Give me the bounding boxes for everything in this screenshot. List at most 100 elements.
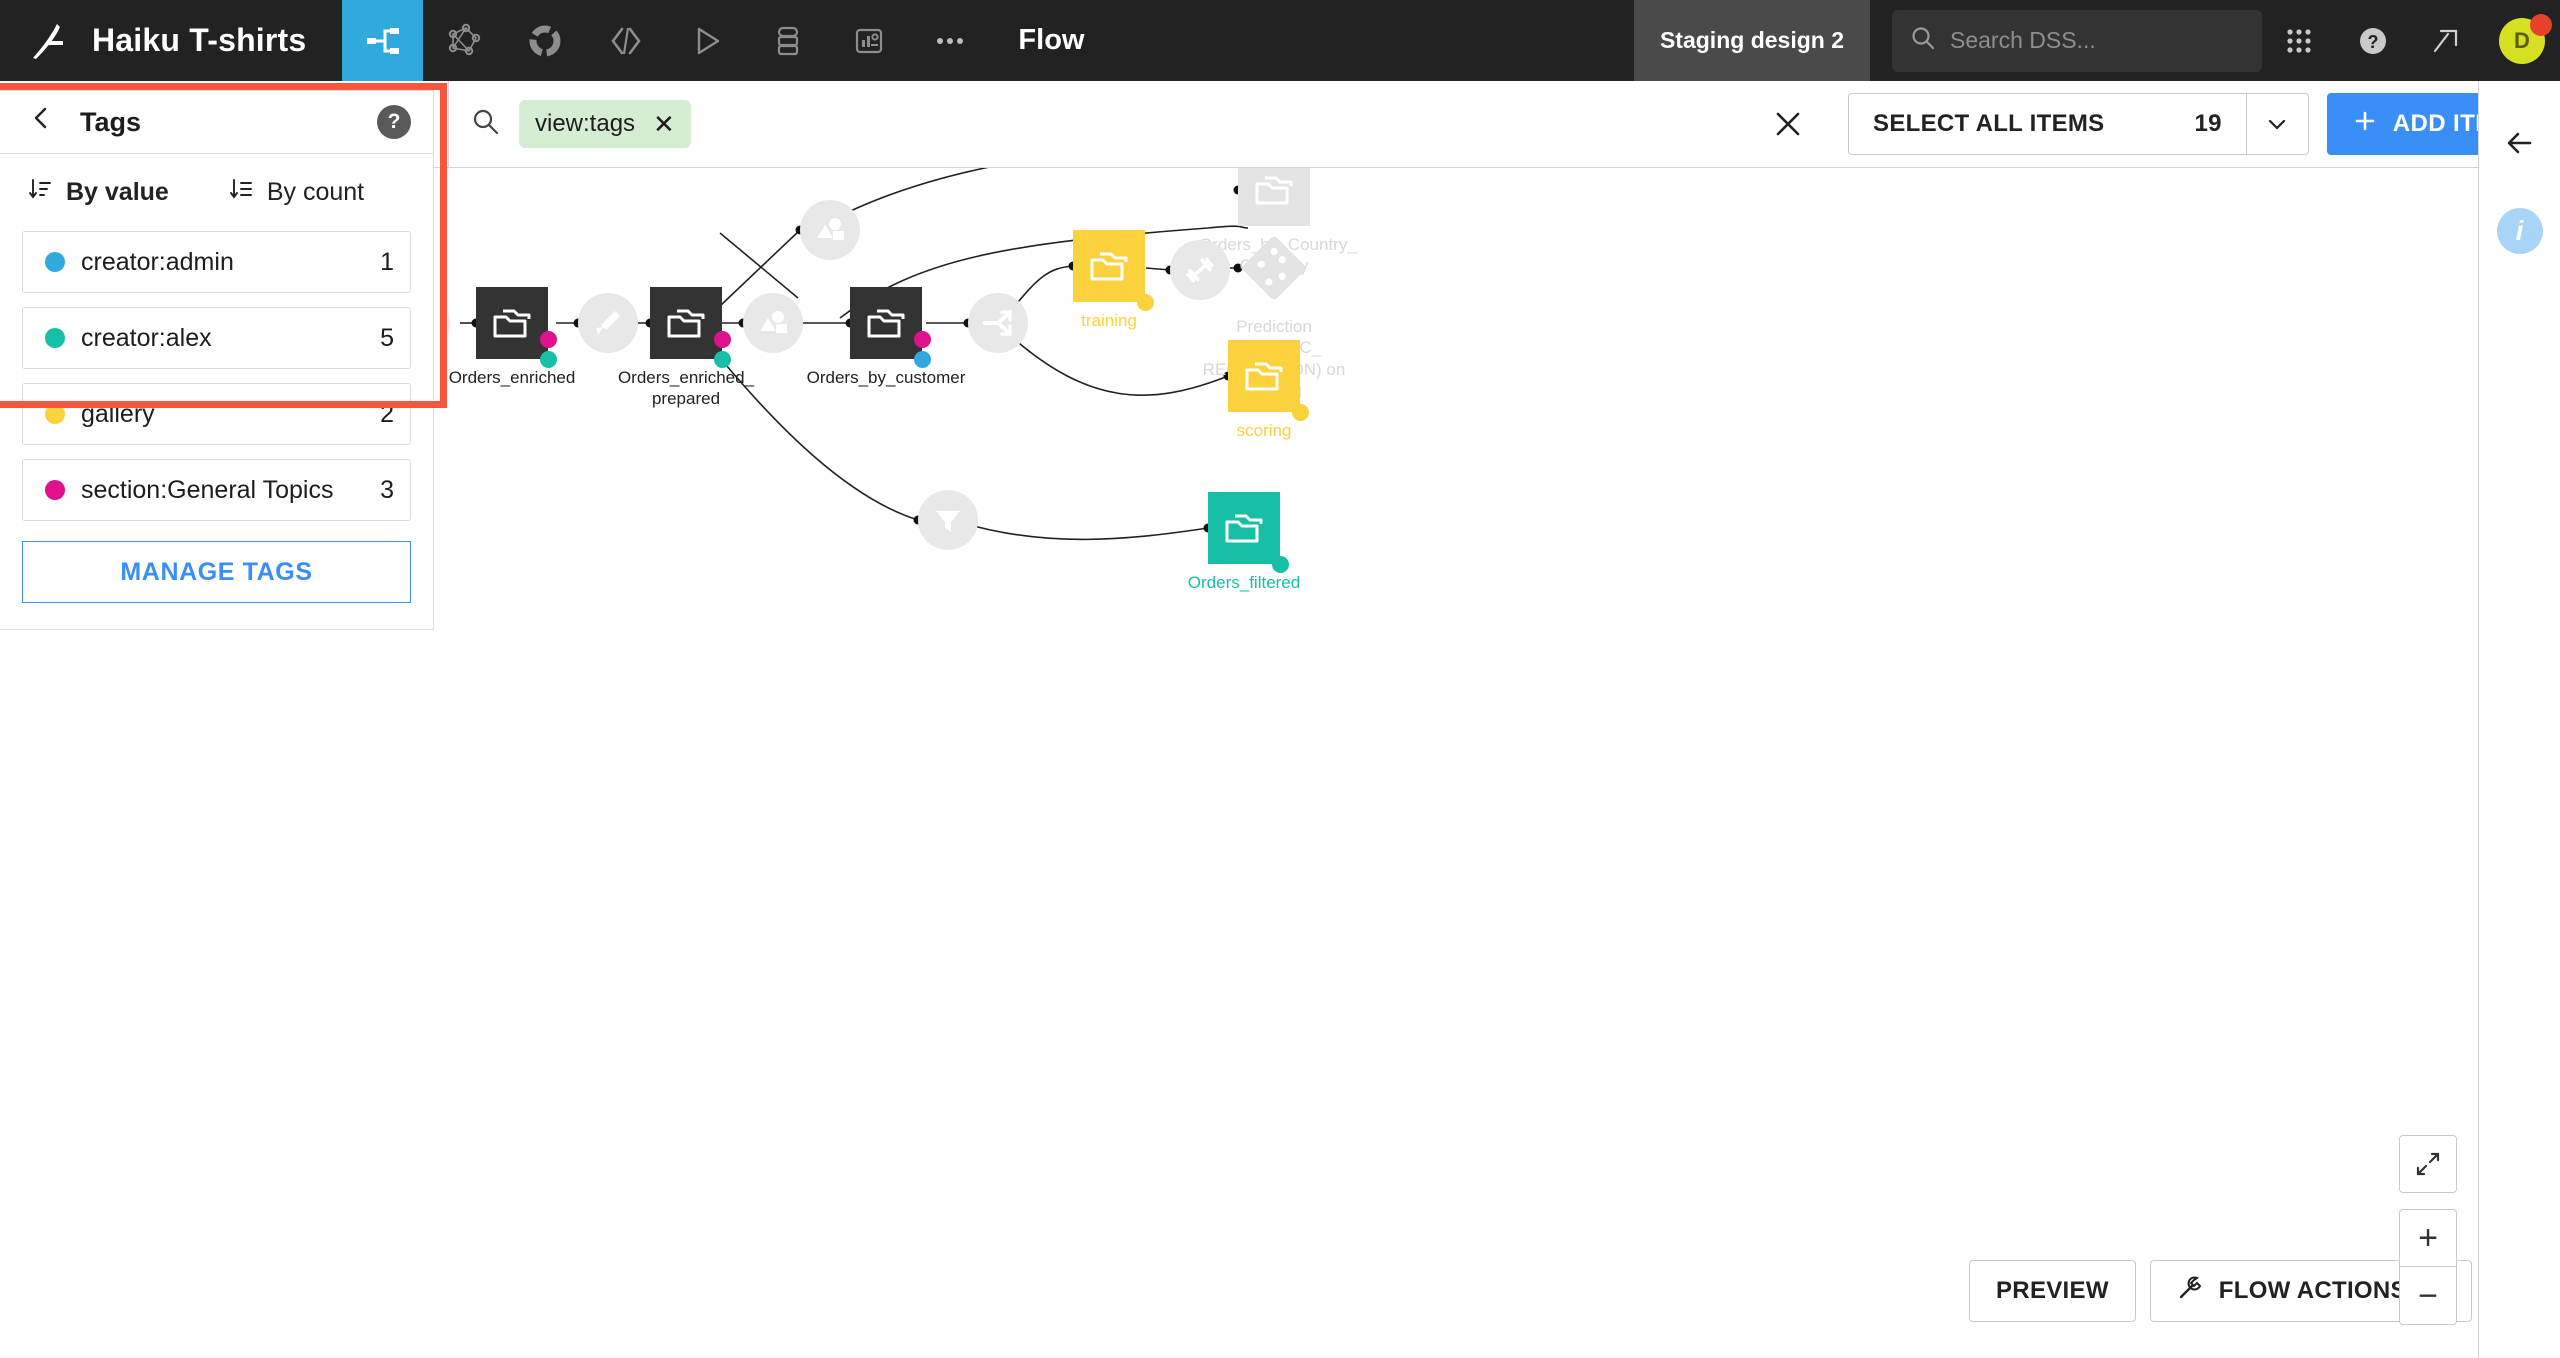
right-sidebar: i <box>2478 81 2560 1358</box>
filter-chip-label: view:tags <box>535 110 636 137</box>
dataset-tile[interactable] <box>650 287 731 368</box>
branch-indicator[interactable]: Staging design 2 <box>1633 0 1870 81</box>
list-item[interactable]: gallery 2 <box>22 383 411 445</box>
sort-descending-icon <box>28 176 54 209</box>
group-shapes-icon <box>760 311 787 333</box>
nav-jobs-icon[interactable] <box>666 0 747 81</box>
help-circle-icon[interactable]: ? <box>377 105 411 139</box>
plus-icon <box>2353 109 2377 140</box>
dataset-tile[interactable] <box>850 287 931 368</box>
sort-by-count-button[interactable]: By count <box>229 176 364 209</box>
search-input[interactable] <box>1950 27 2244 54</box>
sort-by-value-button[interactable]: By value <box>28 176 169 209</box>
project-title[interactable]: Haiku T-shirts <box>92 22 342 59</box>
chevron-left-icon[interactable] <box>28 105 54 139</box>
nav-lab-icon[interactable] <box>423 0 504 81</box>
section-label: Flow <box>1018 24 1085 56</box>
top-navigation-bar: Haiku T-shirts Flow Staging design 2 Sea… <box>0 0 2560 81</box>
zoom-out-button[interactable]: − <box>2399 1267 2457 1325</box>
sort-by-count-label: By count <box>266 178 365 206</box>
zoom-in-button[interactable]: + <box>2399 1209 2457 1267</box>
recipe-node-filter[interactable] <box>918 490 978 550</box>
recipe-node-group-top[interactable] <box>800 200 860 260</box>
dataset-tile[interactable] <box>1073 230 1154 311</box>
folder-stack-icon <box>1225 514 1263 543</box>
help-circle-icon[interactable]: ? <box>2336 0 2410 81</box>
tag-label: gallery <box>81 399 155 428</box>
dataset-node-orders-by-country-category[interactable]: Orders_by_Country_ Category <box>1199 168 1357 275</box>
tags-panel: Tags ? By value By count creator:admin 1… <box>0 90 434 630</box>
folder-stack-icon <box>1245 362 1283 391</box>
info-circle-icon[interactable]: i <box>2496 208 2543 254</box>
select-all-items-button[interactable]: SELECT ALL ITEMS 19 <box>1849 94 2246 154</box>
tags-sort-row: By value By count <box>22 176 411 231</box>
tag-label: creator:alex <box>81 323 212 352</box>
group-shapes-icon <box>817 218 844 240</box>
nav-datasets-icon[interactable] <box>504 0 585 81</box>
flow-bottom-controls: PREVIEW FLOW ACTIONS <box>1969 1260 2472 1322</box>
chevron-down-icon[interactable] <box>2245 94 2308 154</box>
search-icon <box>471 107 501 142</box>
trending-arrow-icon[interactable] <box>2410 0 2484 81</box>
dataset-node-orders-by-customer[interactable]: Orders_by_customer <box>807 287 965 387</box>
recipe-node-group-middle[interactable] <box>743 293 803 353</box>
tag-color-dot <box>45 480 65 500</box>
flow-canvas[interactable]: Orders Customers Orders <box>448 168 2478 1358</box>
dataset-tile[interactable] <box>1238 168 1310 226</box>
tag-dots <box>1292 404 1309 421</box>
list-item[interactable]: creator:admin 1 <box>22 231 411 293</box>
dataset-tile[interactable] <box>1208 492 1289 573</box>
tag-dot <box>914 331 931 348</box>
zoom-controls: + − <box>2399 1135 2457 1325</box>
folder-stack-icon <box>493 309 531 338</box>
select-all-items-control[interactable]: SELECT ALL ITEMS 19 <box>1848 93 2309 155</box>
arrow-left-icon[interactable] <box>2500 123 2540 168</box>
funnel-icon <box>936 511 960 532</box>
sort-by-value-label: By value <box>66 178 169 206</box>
filter-search-zone[interactable]: view:tags ✕ <box>448 80 1742 168</box>
dataset-node-orders-filtered[interactable]: Orders_filtered <box>1188 492 1300 592</box>
filter-chip-view-tags[interactable]: view:tags ✕ <box>519 100 691 148</box>
dataset-tile[interactable] <box>476 287 557 368</box>
tag-dot <box>914 351 931 368</box>
dataiku-bird-logo[interactable] <box>0 0 92 81</box>
select-all-label: SELECT ALL ITEMS <box>1873 110 2105 137</box>
tag-dot <box>1292 404 1309 421</box>
tag-dots <box>714 331 731 368</box>
tags-panel-body: By value By count creator:admin 1 creato… <box>0 154 434 630</box>
select-all-count: 19 <box>2194 110 2222 137</box>
dataset-tile[interactable] <box>1228 340 1309 421</box>
recipe-node-prepare[interactable] <box>578 293 638 353</box>
global-search-box[interactable] <box>1892 9 2262 72</box>
tag-dot <box>1137 294 1154 311</box>
nav-code-icon[interactable] <box>585 0 666 81</box>
recipe-node-split[interactable] <box>968 293 1028 353</box>
notification-badge <box>2530 14 2552 36</box>
tag-dot <box>714 331 731 348</box>
dataset-node-training[interactable]: training <box>1073 230 1154 330</box>
apps-grid-icon[interactable] <box>2262 0 2336 81</box>
list-item[interactable]: section:General Topics 3 <box>22 459 411 521</box>
folder-stack-icon <box>667 309 705 338</box>
recipe-node-train[interactable] <box>1170 240 1230 300</box>
dataset-node-orders-enriched-prepared[interactable]: Orders_enriched_ prepared <box>618 287 754 408</box>
close-x-icon[interactable]: ✕ <box>653 111 675 137</box>
tag-label: creator:admin <box>81 247 234 276</box>
broom-icon <box>596 311 620 334</box>
nav-flow-icon[interactable] <box>342 0 424 81</box>
user-avatar-wrapper[interactable]: D <box>2484 0 2560 81</box>
clear-filter-button[interactable] <box>1742 81 1834 168</box>
nav-more-icon[interactable] <box>909 0 990 81</box>
dataset-node-scoring[interactable]: scoring <box>1228 340 1309 440</box>
tag-label: section:General Topics <box>81 475 334 504</box>
nav-stack-icon[interactable] <box>747 0 828 81</box>
dataset-node-orders-enriched[interactable]: Orders_enriched <box>449 287 575 387</box>
model-node-prediction[interactable]: Prediction (LOGISTIC_ REGRESSION) on tra… <box>1203 232 1345 400</box>
manage-tags-button[interactable]: MANAGE TAGS <box>22 541 411 603</box>
model-diamond-icon <box>1242 236 1306 300</box>
tag-dots <box>914 331 931 368</box>
nav-dashboards-icon[interactable] <box>828 0 909 81</box>
list-item[interactable]: creator:alex 5 <box>22 307 411 369</box>
preview-button[interactable]: PREVIEW <box>1969 1260 2136 1322</box>
expand-arrows-icon[interactable] <box>2399 1135 2457 1193</box>
